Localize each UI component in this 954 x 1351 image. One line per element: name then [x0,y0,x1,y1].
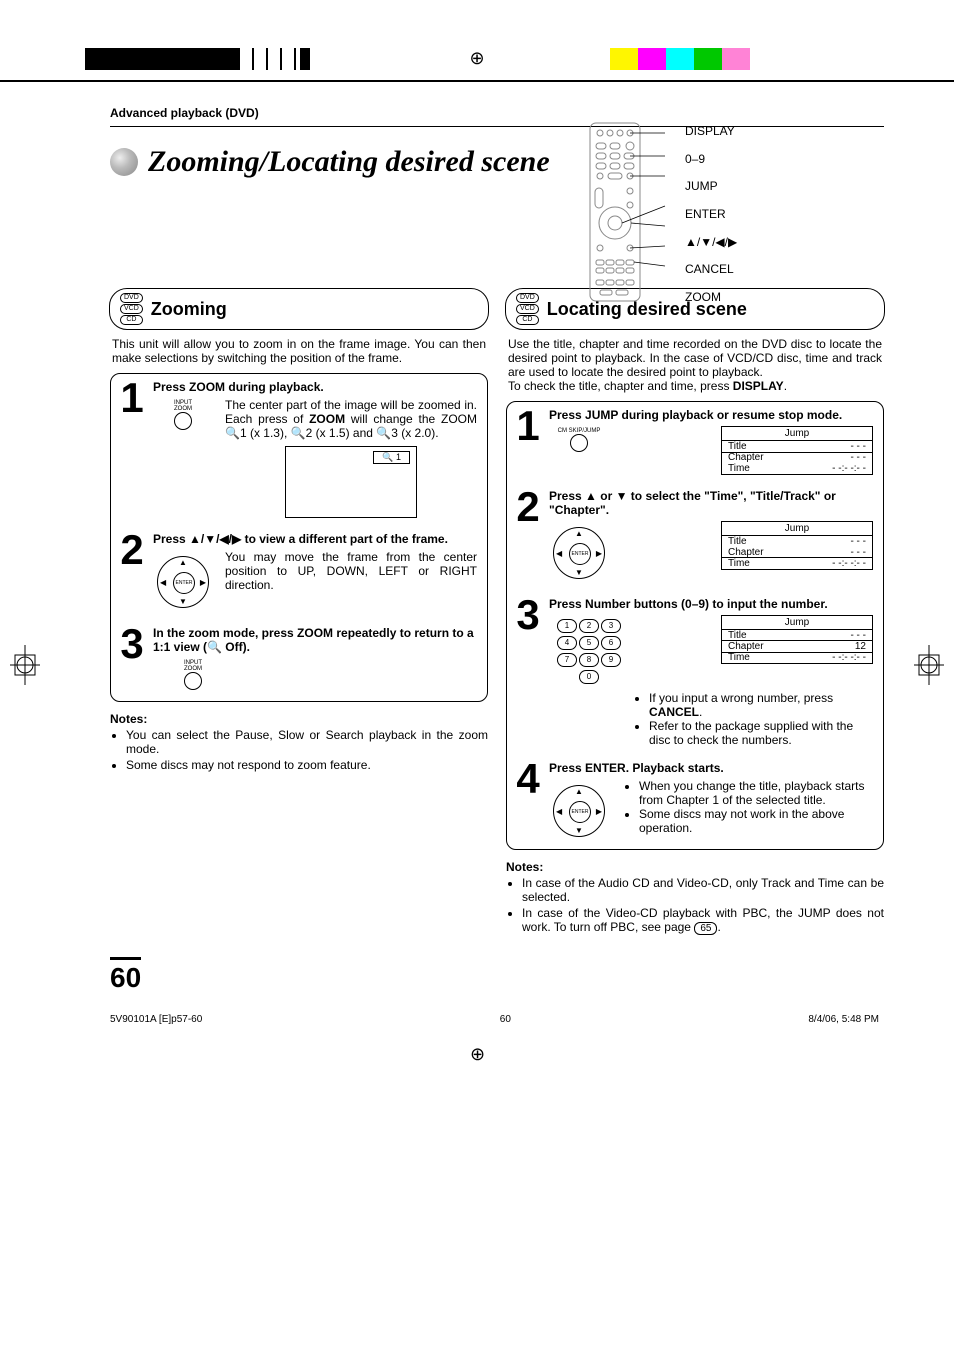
callout-enter: ENTER [685,207,737,221]
remote-diagram: DISPLAY 0–9 JUMP ENTER ▲/▼/◀/▶ CANCEL ZO… [580,118,737,316]
zoom-preview: 🔍 1 [285,446,417,518]
zoom-notes: You can select the Pause, Slow or Search… [110,728,488,772]
zooming-header: DVD VCD CD Zooming [109,288,489,330]
jump-osd-2: Jump Title- - - Chapter- - - Time- -:- -… [721,521,873,570]
callout-numbers: 0–9 [685,152,737,166]
callout-dpad: ▲/▼/◀/▶ [685,235,737,249]
dpad-icon: ENTER ▲▼◀▶ [549,521,609,583]
step-num-2: 2 [115,532,149,612]
locating-steps: 1 Press JUMP during playback or resume s… [506,401,884,850]
page-number: 60 [110,957,141,994]
jump-button-icon: CM SKIP/JUMP [549,426,609,455]
step-num-3: 3 [115,626,149,693]
dpad-icon: ENTER ▲▼◀▶ [153,550,213,612]
zooming-intro: This unit will allow you to zoom in on t… [112,337,486,365]
dpad-icon: ENTER ▲▼◀▶ [549,779,609,841]
step-num-1: 1 [115,380,149,518]
jump-osd-3: Jump Title- - - Chapter12 Time- -:- -:- … [721,615,873,664]
zoom-button-icon: INPUT ZOOM [153,398,213,433]
breadcrumb: Advanced playback (DVD) [110,106,884,120]
callout-display: DISPLAY [685,124,737,138]
callout-jump: JUMP [685,179,737,193]
zooming-steps: 1 Press ZOOM during playback. INPUT ZOOM… [110,373,488,702]
page-title: Zooming/Locating desired scene [110,145,884,179]
callout-cancel: CANCEL [685,262,737,276]
locating-intro: Use the title, chapter and time recorded… [508,337,882,393]
locate-notes: In case of the Audio CD and Video-CD, on… [506,876,884,935]
print-footer: 5V90101A [E]p57-60 60 8/4/06, 5:48 PM ⊕ [110,1014,884,1045]
locate-notes-head: Notes: [506,860,884,874]
jump-osd-1: Jump Title- - - Chapter- - - Time- -:- -… [721,426,873,475]
zoom-notes-head: Notes: [110,712,488,726]
callout-zoom: ZOOM [685,290,737,304]
number-buttons-icon: 123 456 789 0 [549,615,629,685]
print-registration-bar: ⊕ [0,38,954,88]
